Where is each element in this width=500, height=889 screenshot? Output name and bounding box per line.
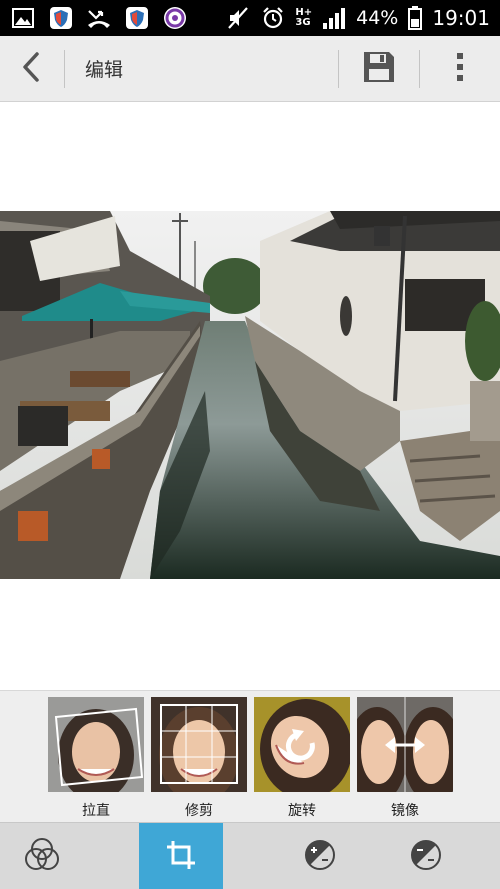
rotate-icon — [254, 697, 350, 792]
exposure-alt-tab[interactable] — [384, 823, 468, 889]
overflow-menu-button[interactable] — [420, 36, 500, 102]
photo-editor-screen: H+ 3G 44% 19:01 编辑 拉直 修剪 旋转 镜像 — [0, 0, 500, 889]
alarm-icon — [260, 5, 286, 31]
system-icons: H+ 3G 44% 19:01 — [225, 5, 490, 31]
tool-straighten[interactable]: 拉直 — [48, 697, 144, 820]
tool-label: 修剪 — [185, 803, 213, 819]
exposure-alt-icon — [410, 839, 442, 875]
tool-trim[interactable]: 修剪 — [151, 697, 247, 820]
crop-tools-panel: 拉直 修剪 旋转 镜像 — [0, 690, 500, 822]
mute-icon — [225, 5, 251, 31]
crop-tab[interactable] — [139, 823, 223, 889]
app-bar-actions — [338, 36, 500, 102]
back-button[interactable] — [0, 36, 64, 102]
missed-call-icon — [86, 5, 112, 31]
save-button[interactable] — [339, 36, 419, 102]
filters-icon — [24, 837, 60, 877]
mirror-icon — [357, 697, 453, 792]
back-chevron-icon — [20, 51, 44, 87]
app-bar: 编辑 — [0, 36, 500, 102]
notification-icons — [10, 5, 188, 31]
status-bar: H+ 3G 44% 19:01 — [0, 0, 500, 36]
crop-grid-icon — [151, 697, 247, 792]
straighten-icon — [48, 697, 144, 792]
shield-app-icon-2 — [124, 5, 150, 31]
signal-icon — [321, 5, 347, 31]
battery-icon — [407, 5, 423, 31]
more-vert-icon — [455, 52, 465, 86]
clock: 19:01 — [432, 6, 490, 30]
battery-percent: 44% — [356, 7, 399, 29]
filters-tab[interactable] — [0, 823, 84, 889]
save-icon — [362, 50, 396, 88]
tool-label: 镜像 — [391, 803, 419, 819]
gallery-icon — [10, 5, 36, 31]
editor-bottom-nav — [0, 822, 500, 889]
image-canvas — [0, 102, 500, 690]
tool-label: 拉直 — [82, 803, 110, 819]
edited-photo[interactable] — [0, 211, 500, 579]
app-bar-divider — [64, 49, 65, 88]
crop-icon — [165, 839, 197, 875]
tool-mirror[interactable]: 镜像 — [357, 697, 453, 820]
exposure-tab[interactable] — [278, 823, 362, 889]
exposure-icon — [304, 839, 336, 875]
tool-label: 旋转 — [288, 803, 316, 819]
page-title: 编辑 — [85, 59, 124, 81]
network-type: H+ 3G — [295, 7, 313, 28]
purple-app-icon — [162, 5, 188, 31]
shield-app-icon — [48, 5, 74, 31]
tool-rotate[interactable]: 旋转 — [254, 697, 350, 820]
